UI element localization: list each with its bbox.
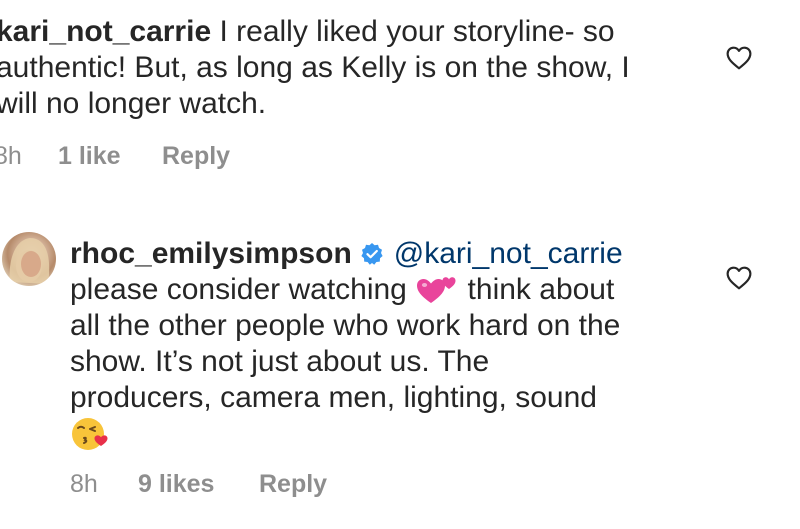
comment-text-line: will no longer watch. (0, 87, 267, 120)
comment-meta: 8h 9 likes Reply (70, 470, 327, 499)
reply-button[interactable]: Reply (259, 470, 327, 499)
avatar-image (9, 238, 50, 284)
verified-badge-icon (361, 243, 383, 265)
comment-text-line: producers, camera men, lighting, sound (70, 381, 597, 414)
comment-likes[interactable]: 1 like (58, 142, 162, 171)
comment-text-line: all the other people who work hard on th… (70, 309, 621, 342)
comment-meta: 8h 1 like Reply (0, 142, 230, 171)
comment-username[interactable]: rhoc_emilysimpson (70, 237, 352, 270)
comment-text-segment: think about (459, 273, 615, 306)
comment-text-line: show. It’s not just about us. The (70, 345, 490, 378)
comment-text: kari_not_carrie I really liked your stor… (0, 14, 615, 50)
comment-text-segment: please consider watching (70, 273, 416, 306)
comment-header: rhoc_emilysimpson @kari_not_carrie (70, 236, 623, 272)
heart-outline-icon[interactable] (726, 266, 752, 290)
comment-time: 8h (70, 470, 98, 498)
comment-likes[interactable]: 9 likes (138, 470, 259, 499)
mention-link[interactable]: @kari_not_carrie (394, 237, 623, 270)
avatar[interactable] (2, 232, 56, 286)
comment-text-line: please consider watching think about (70, 272, 614, 308)
heart-outline-icon[interactable] (726, 46, 752, 70)
comment-text-line: authentic! But, as long as Kelly is on t… (0, 51, 630, 84)
comment-time: 8h (0, 142, 22, 170)
comment-text-line: I really liked your storyline- so (211, 15, 615, 48)
two-hearts-emoji (417, 277, 456, 303)
reply-button[interactable]: Reply (162, 142, 230, 171)
comment-username[interactable]: kari_not_carrie (0, 15, 211, 48)
face-blowing-kiss-emoji (72, 418, 108, 450)
